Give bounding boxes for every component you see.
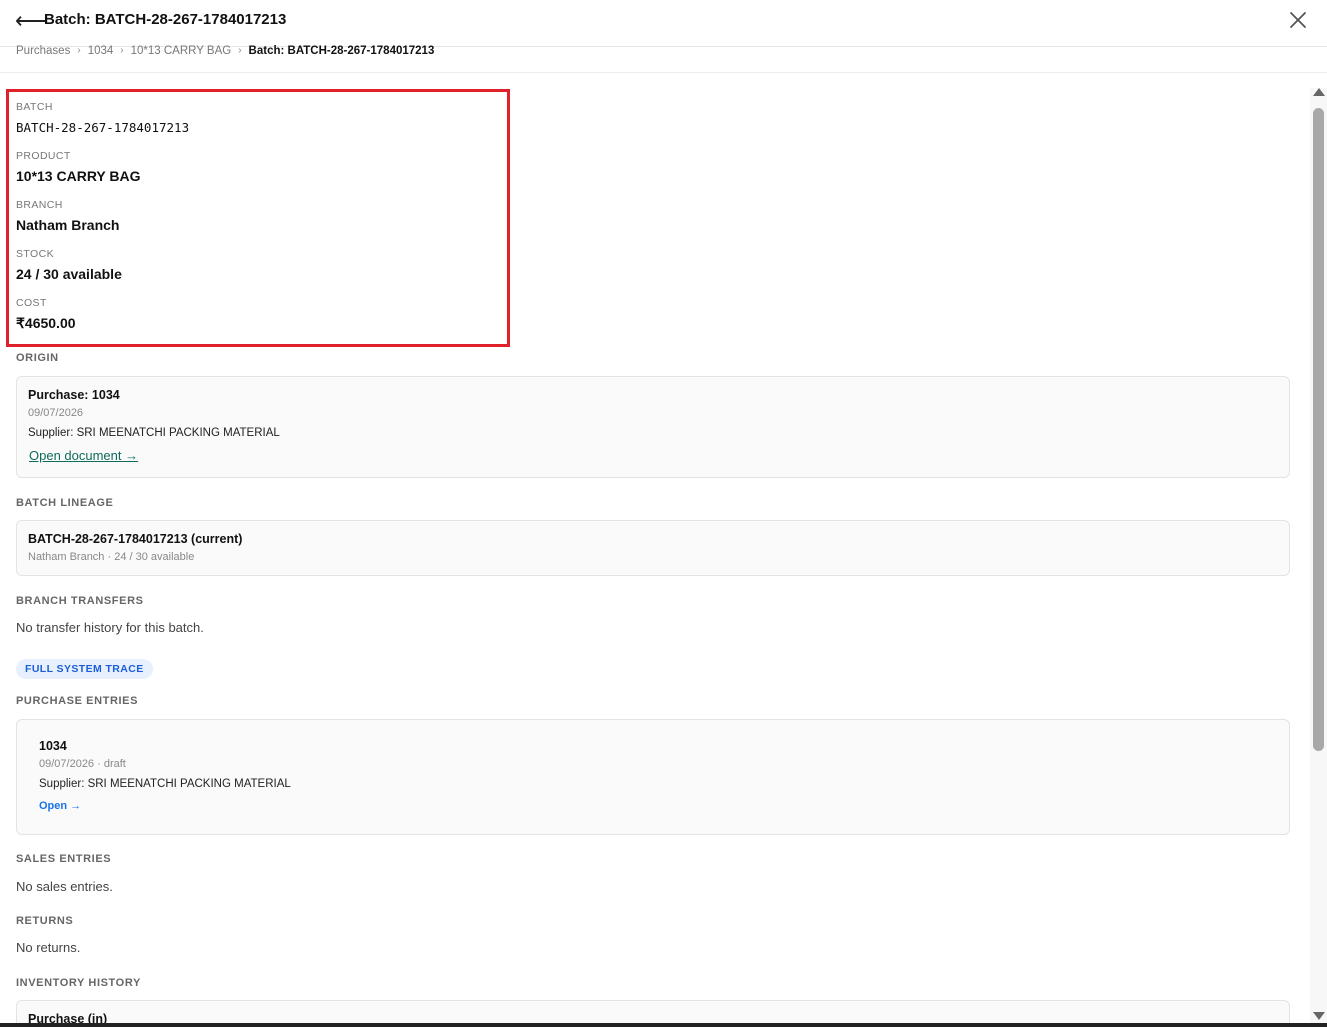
product-value: 10*13 CARRY BAG <box>16 168 141 184</box>
branch-label: BRANCH <box>16 199 63 211</box>
inventory-history-item-title: Purchase (in) <box>28 1012 108 1023</box>
lineage-card: BATCH-28-267-1784017213 (current) Natham… <box>16 520 1290 576</box>
returns-empty-text: No returns. <box>16 940 81 955</box>
origin-title: Purchase: 1034 <box>28 388 120 402</box>
purchase-entry-sub: 09/07/2026 · draft <box>39 758 126 770</box>
breadcrumb-item-product[interactable]: 10*13 CARRY BAG <box>131 45 232 57</box>
purchase-entry-card: 1034 09/07/2026 · draft Supplier: SRI ME… <box>16 719 1290 835</box>
purchase-entry-supplier: Supplier: SRI MEENATCHI PACKING MATERIAL <box>39 778 291 790</box>
open-document-link[interactable]: Open document → <box>29 448 138 463</box>
origin-date: 09/07/2026 <box>28 407 84 419</box>
batch-value: BATCH-28-267-1784017213 <box>16 120 190 135</box>
vertical-scrollbar[interactable] <box>1310 88 1327 1023</box>
scrollbar-thumb[interactable] <box>1313 108 1324 751</box>
page-title: Batch: BATCH-28-267-1784017213 <box>44 11 287 28</box>
breadcrumb-separator: › <box>77 45 81 56</box>
content-panel: BATCH BATCH-28-267-1784017213 PRODUCT 10… <box>0 73 1310 1023</box>
inventory-history-card: Purchase (in) <box>16 1000 1290 1023</box>
close-icon[interactable] <box>1286 8 1310 32</box>
purchase-entry-open-link[interactable]: Open → <box>39 800 81 812</box>
full-system-trace-badge: FULL SYSTEM TRACE <box>16 659 153 679</box>
breadcrumb: Purchases › 1034 › 10*13 CARRY BAG › Batch: BA… <box>16 45 434 59</box>
scroll-up-icon[interactable] <box>1313 88 1325 96</box>
origin-section-title: ORIGIN <box>16 352 59 364</box>
batch-label: BATCH <box>16 101 53 113</box>
purchase-entry-title: 1034 <box>39 739 67 753</box>
origin-card: Purchase: 1034 09/07/2026 Supplier: SRI … <box>16 376 1290 478</box>
purchase-entries-section-title: PURCHASE ENTRIES <box>16 695 139 707</box>
transfers-empty-text: No transfer history for this batch. <box>16 620 204 635</box>
inventory-history-section-title: INVENTORY HISTORY <box>16 977 141 989</box>
branch-value: Natham Branch <box>16 217 120 233</box>
bottom-edge <box>0 1023 1327 1027</box>
sales-entries-section-title: SALES ENTRIES <box>16 853 112 865</box>
header: ⟵ Batch: BATCH-28-267-1784017213 <box>0 0 1327 47</box>
cost-value: ₹4650.00 <box>16 315 76 331</box>
breadcrumb-item-purchases[interactable]: Purchases <box>16 45 70 57</box>
stock-value: 24 / 30 available <box>16 266 122 282</box>
returns-section-title: RETURNS <box>16 915 74 927</box>
product-label: PRODUCT <box>16 150 71 162</box>
breadcrumb-item-current: Batch: BATCH-28-267-1784017213 <box>248 45 435 57</box>
cost-label: COST <box>16 297 47 309</box>
arrow-left-icon[interactable]: ⟵ <box>15 8 47 34</box>
lineage-section-title: BATCH LINEAGE <box>16 497 114 509</box>
breadcrumb-item-purchase-1034[interactable]: 1034 <box>88 45 114 57</box>
lineage-sub: Natham Branch · 24 / 30 available <box>28 551 195 563</box>
sales-entries-empty-text: No sales entries. <box>16 879 113 894</box>
stock-label: STOCK <box>16 248 54 260</box>
origin-supplier: Supplier: SRI MEENATCHI PACKING MATERIAL <box>28 427 280 439</box>
scroll-down-icon[interactable] <box>1313 1012 1325 1020</box>
transfers-section-title: BRANCH TRANSFERS <box>16 595 144 607</box>
breadcrumb-separator: › <box>238 45 242 56</box>
lineage-title: BATCH-28-267-1784017213 (current) <box>28 532 243 546</box>
breadcrumb-separator: › <box>120 45 124 56</box>
